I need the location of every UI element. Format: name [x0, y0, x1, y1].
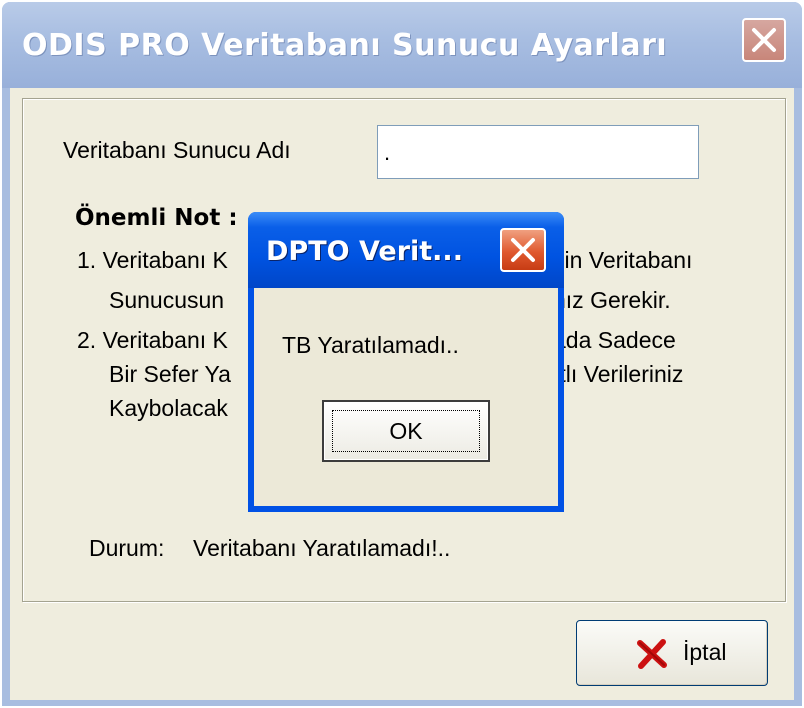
- ok-button[interactable]: OK: [322, 400, 490, 462]
- red-x-icon: [637, 639, 667, 669]
- note-line-5a: Kaybolacak: [109, 395, 228, 421]
- ok-button-label: OK: [389, 418, 423, 444]
- window-close-button[interactable]: [742, 18, 786, 62]
- status-label: Durum:: [89, 535, 165, 561]
- dialog-message: TB Yaratılamadı..: [282, 332, 459, 358]
- server-name-input[interactable]: .: [377, 125, 699, 179]
- dialog-title: DPTO Verit...: [266, 236, 463, 267]
- server-name-label: Veritabanı Sunucu Adı: [63, 137, 291, 163]
- note-line-3a: 2. Veritabanı K: [77, 327, 228, 353]
- close-icon: [752, 28, 776, 52]
- note-line-3b: ada Sadece: [553, 327, 676, 353]
- dialog-body: TB Yaratılamadı.. OK: [254, 288, 558, 506]
- note-line-2b: nız Gerekir.: [553, 287, 671, 313]
- note-title: Önemli Not :: [75, 205, 238, 231]
- note-line-2a: Sunucusun: [109, 287, 225, 313]
- cancel-button[interactable]: İptal: [576, 620, 768, 686]
- cancel-button-label: İptal: [683, 639, 727, 665]
- main-title-bar[interactable]: ODIS PRO Veritabanı Sunucu Ayarları: [2, 2, 802, 88]
- dialog-title-bar[interactable]: DPTO Verit...: [248, 212, 564, 288]
- dialog-close-button[interactable]: [500, 228, 546, 272]
- window-title: ODIS PRO Veritabanı Sunucu Ayarları: [22, 28, 668, 63]
- note-line-4a: Bir Sefer Ya: [109, 361, 231, 387]
- error-dialog: DPTO Verit... TB Yaratılamadı.. OK: [248, 212, 564, 512]
- close-icon: [511, 238, 535, 262]
- note-line-1b: çin Veritabanı: [553, 247, 693, 273]
- status-value: Veritabanı Yaratılamadı!..: [193, 535, 451, 561]
- note-line-1a: 1. Veritabanı K: [77, 247, 228, 273]
- note-line-4b: ıtlı Verileriniz: [553, 361, 684, 387]
